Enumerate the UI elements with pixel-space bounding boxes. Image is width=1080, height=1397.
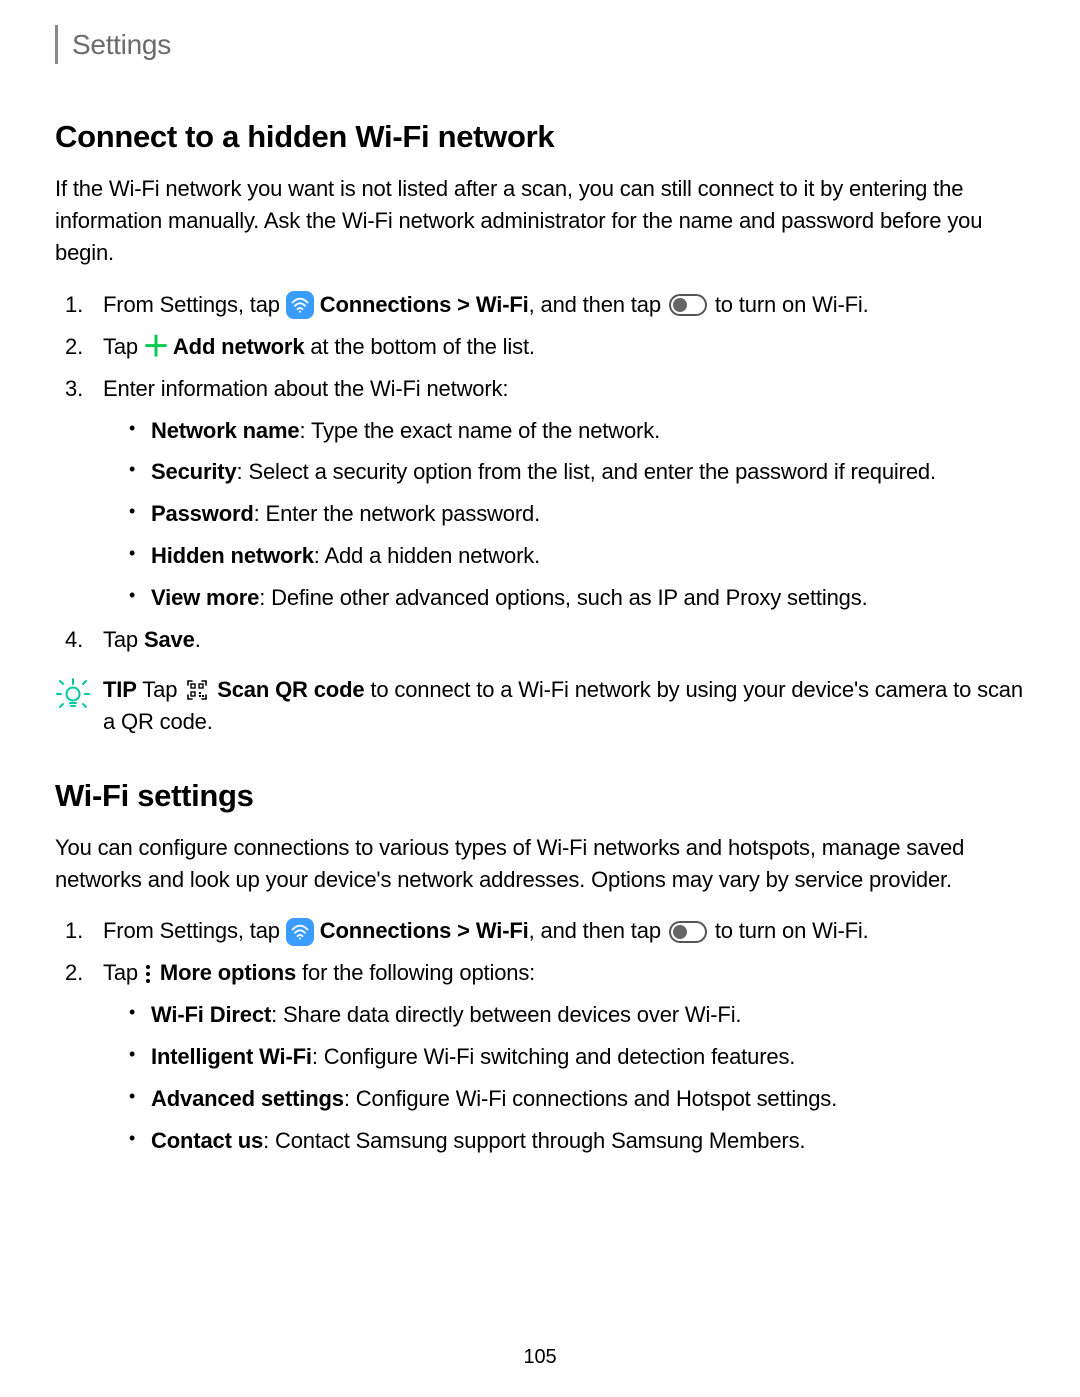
header-title: Settings	[72, 25, 171, 64]
sub-security: Security: Select a security option from …	[145, 456, 1025, 488]
section1-step2: Tap ＋ Add network at the bottom of the l…	[103, 331, 1025, 363]
sub-contact-us: Contact us: Contact Samsung support thro…	[145, 1125, 1025, 1157]
sub-hidden-network: Hidden network: Add a hidden network.	[145, 540, 1025, 572]
sub-advanced-settings: Advanced settings: Configure Wi-Fi conne…	[145, 1083, 1025, 1115]
sub-wifi-direct: Wi-Fi Direct: Share data directly betwee…	[145, 999, 1025, 1031]
section2-title: Wi-Fi settings	[55, 778, 1025, 814]
section2-intro: You can configure connections to various…	[55, 832, 1025, 896]
connections-icon	[286, 291, 314, 319]
more-options-icon	[146, 965, 150, 983]
tip-block: TIP Tap Scan QR code to connect to a Wi-…	[55, 674, 1025, 738]
section2-steps: From Settings, tap Connections > Wi-Fi, …	[55, 915, 1025, 1156]
section1-step4: Tap Save.	[103, 624, 1025, 656]
sub-network-name: Network name: Type the exact name of the…	[145, 415, 1025, 447]
page-header: Settings	[55, 25, 1025, 64]
toggle-off-icon	[669, 294, 707, 316]
header-accent-bar	[55, 25, 58, 64]
sub-view-more: View more: Define other advanced options…	[145, 582, 1025, 614]
section2-step1: From Settings, tap Connections > Wi-Fi, …	[103, 915, 1025, 947]
sub-intelligent-wifi: Intelligent Wi-Fi: Configure Wi-Fi switc…	[145, 1041, 1025, 1073]
section1-step1: From Settings, tap Connections > Wi-Fi, …	[103, 289, 1025, 321]
connections-icon	[286, 918, 314, 946]
section1-step3: Enter information about the Wi-Fi networ…	[103, 373, 1025, 614]
section2-step2: Tap More options for the following optio…	[103, 957, 1025, 1156]
section1-steps: From Settings, tap Connections > Wi-Fi, …	[55, 289, 1025, 656]
page-number: 105	[0, 1346, 1080, 1369]
section1-sublist: Network name: Type the exact name of the…	[103, 415, 1025, 614]
section2-sublist: Wi-Fi Direct: Share data directly betwee…	[103, 999, 1025, 1157]
section1-intro: If the Wi-Fi network you want is not lis…	[55, 173, 1025, 269]
lightbulb-icon	[55, 676, 91, 717]
sub-password: Password: Enter the network password.	[145, 498, 1025, 530]
toggle-off-icon	[669, 921, 707, 943]
section1-title: Connect to a hidden Wi-Fi network	[55, 119, 1025, 155]
qr-code-icon	[185, 678, 209, 702]
tip-text: TIP Tap Scan QR code to connect to a Wi-…	[103, 674, 1025, 738]
